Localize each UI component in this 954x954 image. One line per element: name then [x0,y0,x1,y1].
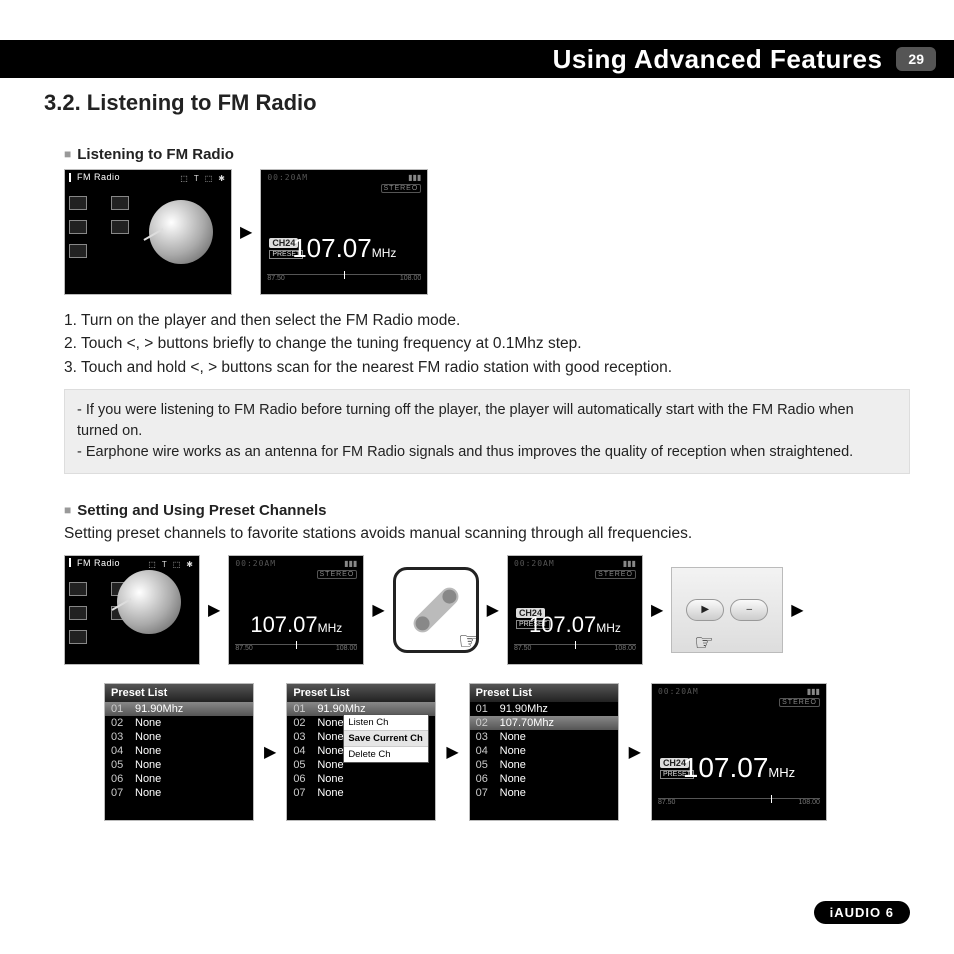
screenshot-menu2: FM Radio ⬚T⬚✱ [64,555,200,665]
hand-icon: ☞ [694,630,714,656]
screenshot-tuner: 00:20AM ▮▮▮ STEREO CH24 PRESET 107.07MHz… [260,169,428,295]
menu-delete-ch: Delete Ch [344,747,428,762]
screenshot-preset-list-c: Preset List 0191.90Mhz 02107.70Mhz 03Non… [469,683,619,821]
screenshot-tuner-nopreset: 00:20AM ▮▮▮ STEREO 107.07MHz 87.50108.00 [228,555,364,665]
context-menu: Listen Ch Save Current Ch Delete Ch [343,714,429,763]
arrow-icon: ▶ [372,600,384,620]
arrow-icon: ▶ [446,742,458,762]
joystick-diagram: ☞ [393,567,479,653]
hand-icon: ☞ [458,627,480,656]
preset-description: Setting preset channels to favorite stat… [64,525,910,543]
product-badge: iAUDIO 6 [814,901,910,924]
screenshot-preset-list-a: Preset List 0191.90Mhz 02None 03None 04N… [104,683,254,821]
screenshot-preset-list-popup: Preset List 0191.90Mhz 02None 03None 04N… [286,683,436,821]
page-number: 29 [896,47,936,71]
arrow-icon: ▶ [240,222,252,242]
battery-icon: ▮▮▮ [408,173,421,182]
arrow-icon: ▶ [208,600,220,620]
header-title: Using Advanced Features [553,44,883,75]
menu-title: FM Radio [77,172,120,182]
button-press-diagram: ▶ – ☞ [671,567,783,653]
screenshot-tuner-preset: 00:20AM ▮▮▮ STEREO CH24 PRESET 107.07MHz… [507,555,643,665]
section-title: 3.2. Listening to FM Radio [44,90,910,116]
menu-save-current-ch: Save Current Ch [344,731,428,747]
minus-button: – [730,599,768,621]
play-button: ▶ [686,599,724,621]
header-bar: Using Advanced Features 29 [0,40,954,78]
menu-listen-ch: Listen Ch [344,715,428,731]
screenshot-menu-fmradio: FM Radio ⬚T⬚✱ [64,169,232,295]
arrow-icon: ▶ [791,600,803,620]
screenshot-tuner-final: 00:20AM ▮▮▮ STEREO CH24 PRESET 107.07MHz… [651,683,827,821]
arrow-icon: ▶ [264,742,276,762]
arrow-icon: ▶ [629,742,641,762]
subheading-listening: ■Listening to FM Radio [64,146,910,163]
note-box: - If you were listening to FM Radio befo… [64,389,910,474]
arrow-icon: ▶ [651,600,663,620]
instruction-steps: 1. Turn on the player and then select th… [64,309,910,379]
arrow-icon: ▶ [487,600,499,620]
subheading-presets: ■Setting and Using Preset Channels [64,502,910,519]
